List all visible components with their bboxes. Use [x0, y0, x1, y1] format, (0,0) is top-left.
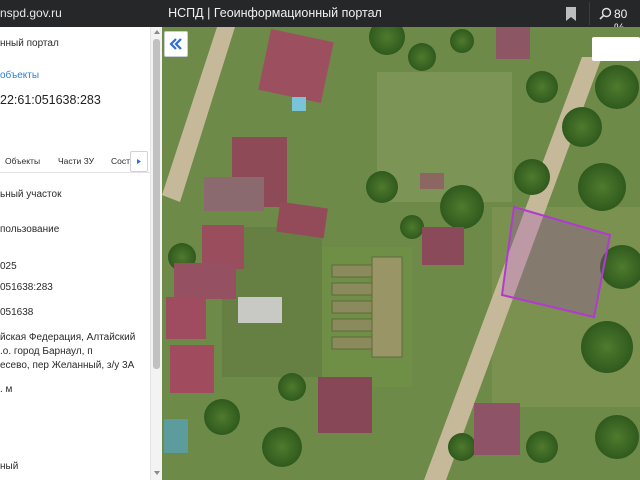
address-line-3: есево, пер Желанный, з/у 3А — [0, 360, 135, 371]
map-search-field[interactable] — [592, 37, 640, 61]
magnifier-icon — [599, 7, 612, 20]
double-chevron-left-icon — [169, 38, 182, 50]
zoom-indicator[interactable]: 80 % — [589, 2, 640, 35]
land-type: ьный участок — [0, 189, 62, 200]
bookmark-icon[interactable] — [564, 6, 578, 22]
land-use: пользование — [0, 224, 60, 235]
tab-objects[interactable]: Объекты — [5, 156, 40, 166]
page-title: НСПД | Геоинформационный портал — [168, 6, 382, 20]
category-fragment: ный — [0, 461, 19, 472]
portal-name-fragment: нный портал — [0, 38, 59, 49]
scroll-up-arrow-icon[interactable] — [154, 30, 160, 34]
tabs-next-button[interactable] — [130, 151, 148, 172]
cad-quarter-value: 051638 — [0, 307, 34, 318]
map-view[interactable] — [162, 27, 640, 480]
date-value: 025 — [0, 261, 17, 272]
scroll-down-arrow-icon[interactable] — [154, 471, 160, 475]
chevron-right-icon — [137, 159, 141, 164]
collapse-panel-button[interactable] — [164, 31, 188, 57]
area-value: . м — [0, 384, 13, 395]
tab-parts[interactable]: Части ЗУ — [58, 156, 94, 166]
objects-link[interactable]: объекты — [0, 70, 39, 81]
cad-number-value: 051638:283 — [0, 282, 53, 293]
info-panel: нный портал объекты 22:61:051638:283 Объ… — [0, 27, 162, 480]
address-line-2: .о. город Барнаул, п — [0, 346, 93, 357]
scroll-thumb[interactable] — [153, 39, 160, 369]
panel-scrollbar[interactable] — [150, 27, 162, 480]
cadastral-number: 22:61:051638:283 — [0, 93, 101, 107]
tab-composition[interactable]: Сост — [111, 156, 130, 166]
satellite-imagery — [162, 27, 640, 480]
panel-tabs: Объекты Части ЗУ Сост — [0, 151, 150, 173]
browser-top-bar: nspd.gov.ru НСПД | Геоинформационный пор… — [0, 0, 640, 35]
address-line-1: йская Федерация, Алтайский — [0, 332, 136, 343]
